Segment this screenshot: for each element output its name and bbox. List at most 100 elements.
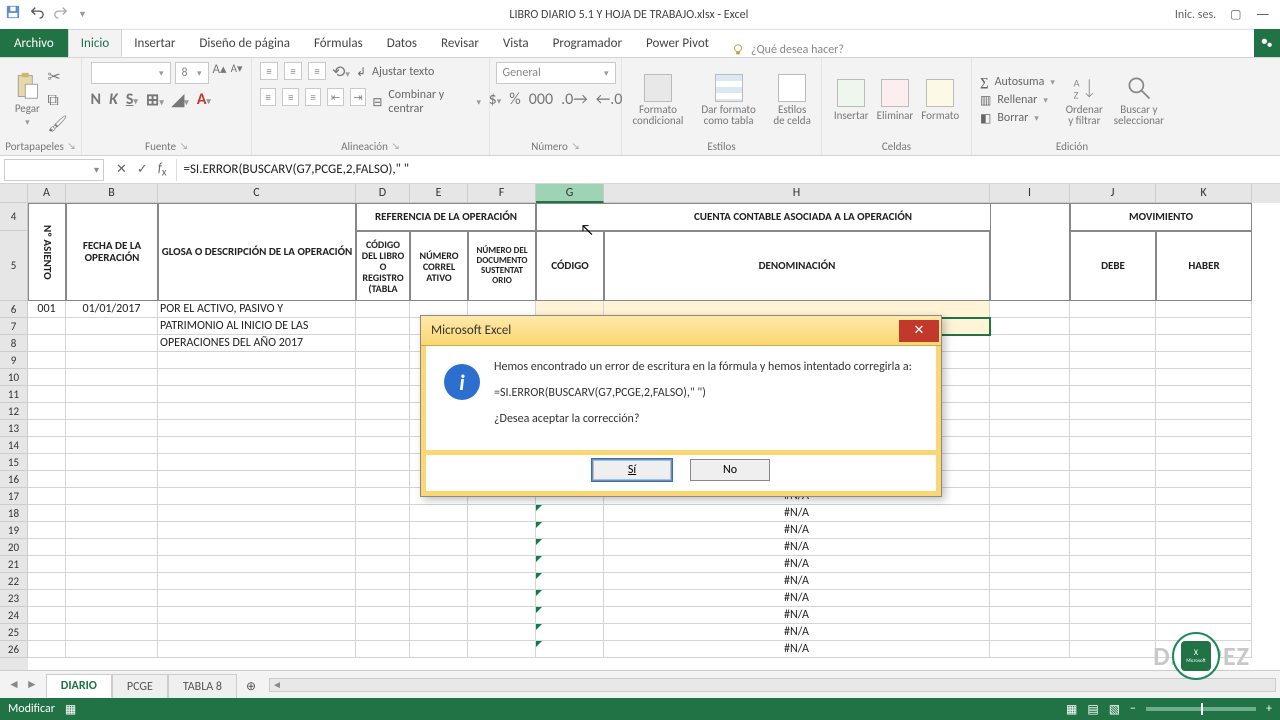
- cell-I11[interactable]: [990, 386, 1070, 403]
- cell-K8[interactable]: [1156, 335, 1252, 352]
- tab-powerpivot[interactable]: Power Pivot: [634, 29, 721, 57]
- cell-C16[interactable]: [158, 471, 356, 488]
- cell-A7[interactable]: [28, 318, 66, 335]
- cell-B22[interactable]: [66, 573, 158, 590]
- cell-J7[interactable]: [1070, 318, 1156, 335]
- zoom-out-icon[interactable]: −: [1130, 702, 1136, 716]
- cell-J24[interactable]: [1070, 607, 1156, 624]
- column-header-A[interactable]: A: [28, 184, 66, 203]
- fill-color-icon[interactable]: ◢▾: [172, 90, 189, 110]
- cell-A22[interactable]: [28, 573, 66, 590]
- cell-D25[interactable]: [356, 624, 410, 641]
- cell-B8[interactable]: [66, 335, 158, 352]
- cell-D12[interactable]: [356, 403, 410, 420]
- cell-E20[interactable]: [410, 539, 468, 556]
- cell-B24[interactable]: [66, 607, 158, 624]
- increase-font-icon[interactable]: A▴: [213, 62, 227, 84]
- cell-K11[interactable]: [1156, 386, 1252, 403]
- cell-J13[interactable]: [1070, 420, 1156, 437]
- cell-A21[interactable]: [28, 556, 66, 573]
- cell-I18[interactable]: [990, 505, 1070, 522]
- sheet-tab-diario[interactable]: DIARIO: [46, 674, 112, 698]
- cell-D18[interactable]: [356, 505, 410, 522]
- cell-H25[interactable]: #N/A: [604, 624, 990, 641]
- tab-formulas[interactable]: Fórmulas: [302, 29, 375, 57]
- cell-K21[interactable]: [1156, 556, 1252, 573]
- align-center-icon[interactable]: ≡: [282, 88, 298, 106]
- cell-J22[interactable]: [1070, 573, 1156, 590]
- align-left-icon[interactable]: ≡: [260, 88, 276, 106]
- cell-B21[interactable]: [66, 556, 158, 573]
- insert-cells-button[interactable]: Insertar: [834, 79, 869, 122]
- row-header-18[interactable]: 18: [0, 505, 28, 522]
- cell-J21[interactable]: [1070, 556, 1156, 573]
- cell-I12[interactable]: [990, 403, 1070, 420]
- align-middle-icon[interactable]: ≡: [284, 62, 302, 80]
- column-header-I[interactable]: I: [990, 184, 1070, 203]
- row-header-8[interactable]: 8: [0, 335, 28, 352]
- italic-icon[interactable]: K: [109, 90, 118, 110]
- cell-E23[interactable]: [410, 590, 468, 607]
- select-all-corner[interactable]: [0, 184, 28, 203]
- cell-styles-button[interactable]: Estilos de celda: [771, 74, 813, 126]
- indent-inc-icon[interactable]: ⇥: [350, 88, 366, 106]
- cell-G25[interactable]: [536, 624, 604, 641]
- conditional-formatting-button[interactable]: Formato condicional: [630, 74, 686, 126]
- cell-I8[interactable]: [990, 335, 1070, 352]
- paste-button[interactable]: Pegar ▾: [13, 72, 41, 128]
- cell-F21[interactable]: [468, 556, 536, 573]
- cell-A15[interactable]: [28, 454, 66, 471]
- align-bottom-icon[interactable]: ≡: [308, 62, 326, 80]
- cell-A23[interactable]: [28, 590, 66, 607]
- cell-G18[interactable]: [536, 505, 604, 522]
- column-header-G[interactable]: G: [536, 184, 604, 203]
- cell-C17[interactable]: [158, 488, 356, 505]
- cell-E22[interactable]: [410, 573, 468, 590]
- cell-J26[interactable]: [1070, 641, 1156, 658]
- delete-cells-button[interactable]: Eliminar: [877, 79, 914, 122]
- column-header-H[interactable]: H: [604, 184, 990, 203]
- cell-B11[interactable]: [66, 386, 158, 403]
- undo-icon[interactable]: [30, 5, 44, 24]
- cell-I16[interactable]: [990, 471, 1070, 488]
- column-header-B[interactable]: B: [66, 184, 158, 203]
- dialog-close-button[interactable]: ✕: [899, 320, 939, 342]
- cell-E25[interactable]: [410, 624, 468, 641]
- border-icon[interactable]: ⊞▾: [146, 90, 164, 110]
- row-header-10[interactable]: 10: [0, 369, 28, 386]
- cell-B25[interactable]: [66, 624, 158, 641]
- cell-C18[interactable]: [158, 505, 356, 522]
- cell-D9[interactable]: [356, 352, 410, 369]
- align-top-icon[interactable]: ≡: [260, 62, 278, 80]
- cell-F18[interactable]: [468, 505, 536, 522]
- cell-I6[interactable]: [990, 301, 1070, 318]
- cell-F20[interactable]: [468, 539, 536, 556]
- decrease-decimal-icon[interactable]: ←.0: [596, 90, 623, 109]
- cell-D16[interactable]: [356, 471, 410, 488]
- cell-A14[interactable]: [28, 437, 66, 454]
- cell-C21[interactable]: [158, 556, 356, 573]
- cell-H24[interactable]: #N/A: [604, 607, 990, 624]
- copy-icon[interactable]: ⧉: [47, 91, 67, 110]
- header-blank-i[interactable]: [990, 203, 1070, 301]
- increase-decimal-icon[interactable]: .0→: [561, 90, 588, 109]
- cell-A12[interactable]: [28, 403, 66, 420]
- cell-K16[interactable]: [1156, 471, 1252, 488]
- cell-I15[interactable]: [990, 454, 1070, 471]
- column-header-E[interactable]: E: [410, 184, 468, 203]
- cell-D23[interactable]: [356, 590, 410, 607]
- tab-programador[interactable]: Programador: [541, 29, 634, 57]
- cell-K22[interactable]: [1156, 573, 1252, 590]
- cell-B10[interactable]: [66, 369, 158, 386]
- cell-F23[interactable]: [468, 590, 536, 607]
- cell-E19[interactable]: [410, 522, 468, 539]
- cell-F24[interactable]: [468, 607, 536, 624]
- cell-D7[interactable]: [356, 318, 410, 335]
- cell-J17[interactable]: [1070, 488, 1156, 505]
- cell-I9[interactable]: [990, 352, 1070, 369]
- view-pagebreak-icon[interactable]: ▧: [1109, 702, 1120, 717]
- column-header-C[interactable]: C: [158, 184, 356, 203]
- cell-G26[interactable]: [536, 641, 604, 658]
- cell-D8[interactable]: [356, 335, 410, 352]
- cell-K9[interactable]: [1156, 352, 1252, 369]
